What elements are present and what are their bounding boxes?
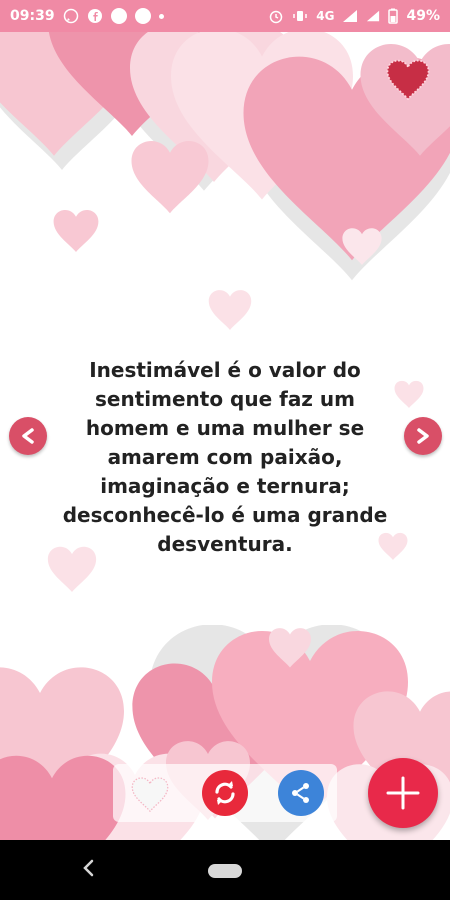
alarm-icon	[270, 10, 283, 24]
quote-text: Inestimável é o valor do sentimento que …	[62, 358, 388, 556]
share-icon	[292, 783, 309, 803]
battery-icon	[388, 8, 399, 24]
hearts-background-top	[0, 32, 450, 281]
home-button[interactable]	[208, 864, 242, 878]
notification-more-icon	[158, 13, 164, 19]
vibrate-icon	[293, 11, 308, 21]
previous-quote-button[interactable]	[9, 417, 47, 455]
signal-secondary-icon	[367, 10, 380, 22]
status-left: 09:39	[10, 8, 164, 24]
heart-outline-icon	[131, 777, 169, 812]
favorite-button[interactable]	[127, 770, 173, 816]
facebook-icon	[87, 9, 102, 23]
app-screen: 09:39 4G 49% Inestimável é o valor do se…	[0, 0, 450, 900]
signal-icon	[343, 10, 358, 22]
action-bar	[113, 764, 337, 822]
status-right: 4G 49%	[268, 8, 440, 24]
next-quote-button[interactable]	[404, 417, 442, 455]
status-bar: 09:39 4G 49%	[0, 0, 450, 32]
refresh-button[interactable]	[202, 770, 248, 816]
chevron-right-icon	[417, 428, 429, 444]
system-nav-bar	[0, 840, 450, 900]
heart-icon[interactable]	[384, 56, 432, 100]
notification-dot-icon	[134, 8, 151, 24]
chevron-left-icon	[22, 428, 34, 444]
floating-heart	[394, 380, 424, 408]
plus-icon	[386, 776, 420, 810]
whatsapp-icon	[63, 8, 78, 24]
network-type: 4G	[316, 9, 335, 23]
refresh-icon	[215, 781, 235, 805]
floating-heart	[208, 290, 252, 330]
add-button[interactable]	[368, 758, 438, 828]
status-time: 09:39	[10, 8, 55, 24]
back-icon[interactable]	[80, 858, 96, 878]
notification-dot-icon	[110, 8, 127, 24]
battery-percent: 49%	[406, 8, 440, 24]
share-button[interactable]	[278, 770, 324, 816]
